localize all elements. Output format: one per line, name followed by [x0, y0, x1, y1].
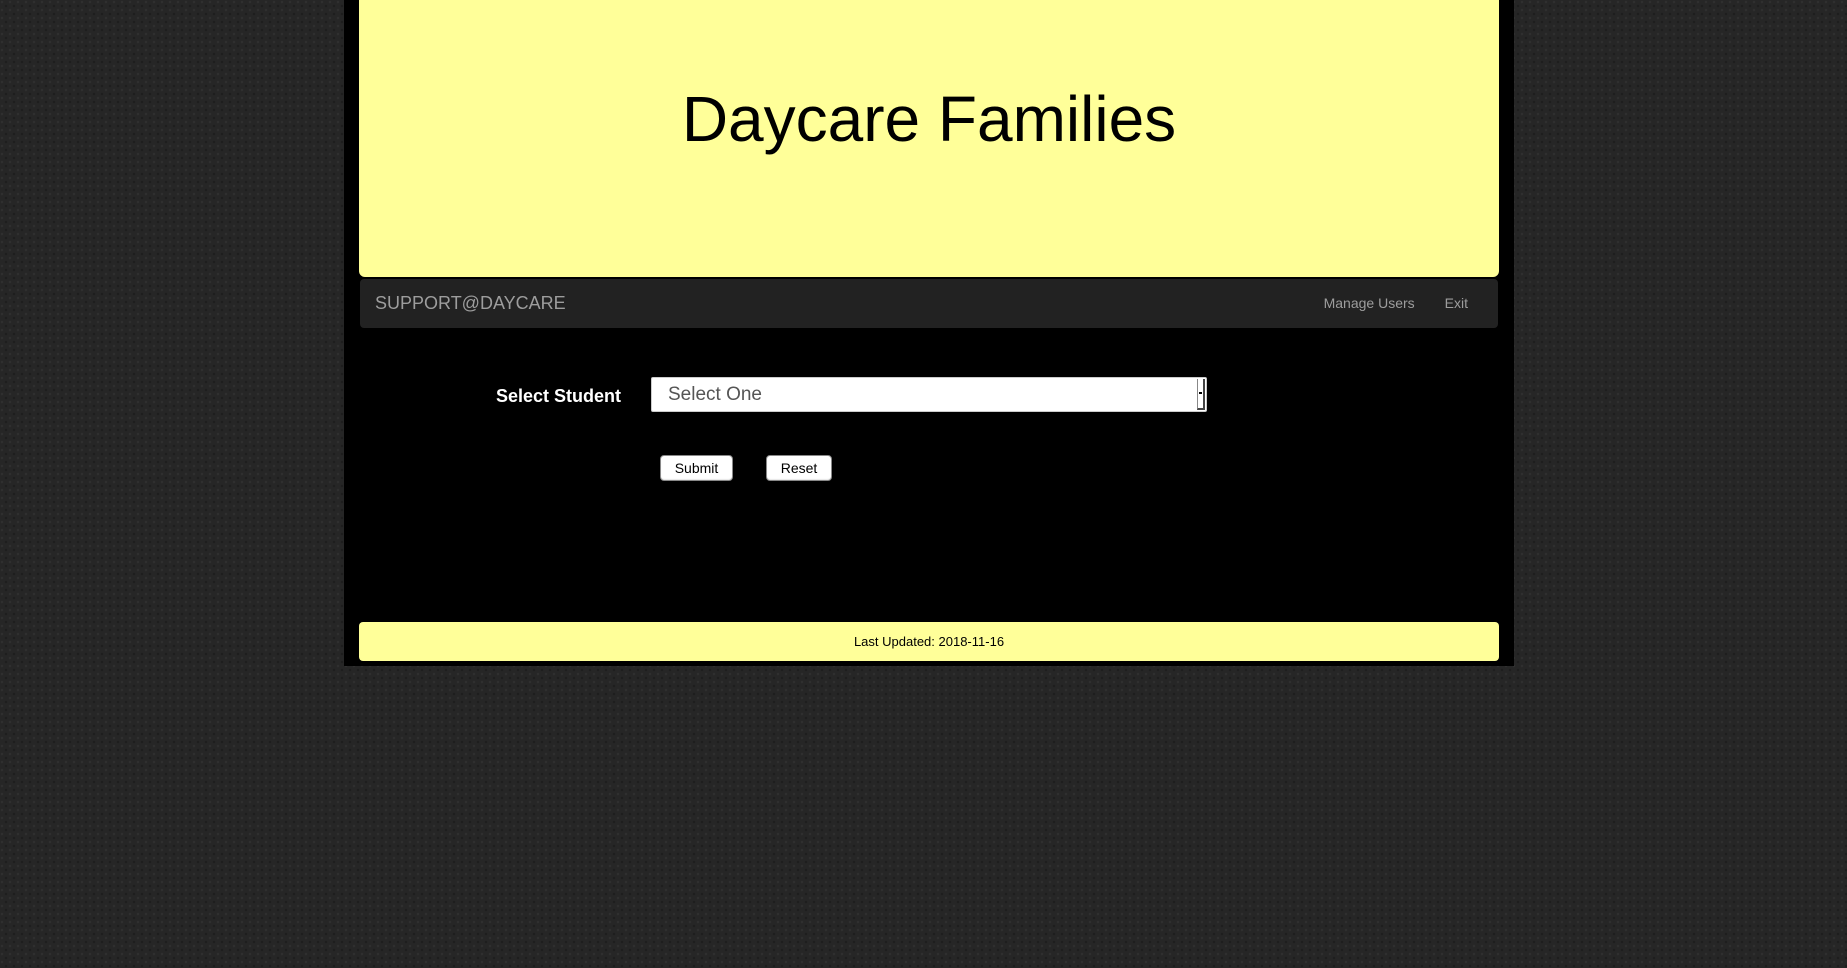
last-updated-text: Last Updated: 2018-11-16: [853, 634, 1005, 649]
site-header: Daycare Families: [359, 0, 1499, 277]
page-container: Daycare Families SUPPORT@DAYCARE Manage …: [344, 0, 1514, 666]
navbar-links: Manage Users Exit: [1309, 279, 1483, 328]
navbar: SUPPORT@DAYCARE Manage Users Exit: [360, 279, 1498, 328]
reset-button[interactable]: Reset: [766, 455, 832, 481]
submit-button[interactable]: Submit: [660, 455, 733, 481]
nav-link-exit[interactable]: Exit: [1430, 279, 1483, 328]
site-footer: Last Updated: 2018-11-16: [359, 622, 1499, 661]
select-student-label: Select Student: [496, 386, 622, 406]
navbar-brand[interactable]: SUPPORT@DAYCARE: [375, 279, 566, 328]
nav-link-manage-users[interactable]: Manage Users: [1309, 279, 1430, 328]
student-form: Select Student Select One Submit Reset: [359, 340, 1499, 540]
dropdown-arrow-icon: [1197, 379, 1205, 410]
student-select-value: Select One: [668, 384, 762, 405]
student-select[interactable]: Select One: [651, 377, 1207, 412]
page-title: Daycare Families: [681, 82, 1177, 155]
